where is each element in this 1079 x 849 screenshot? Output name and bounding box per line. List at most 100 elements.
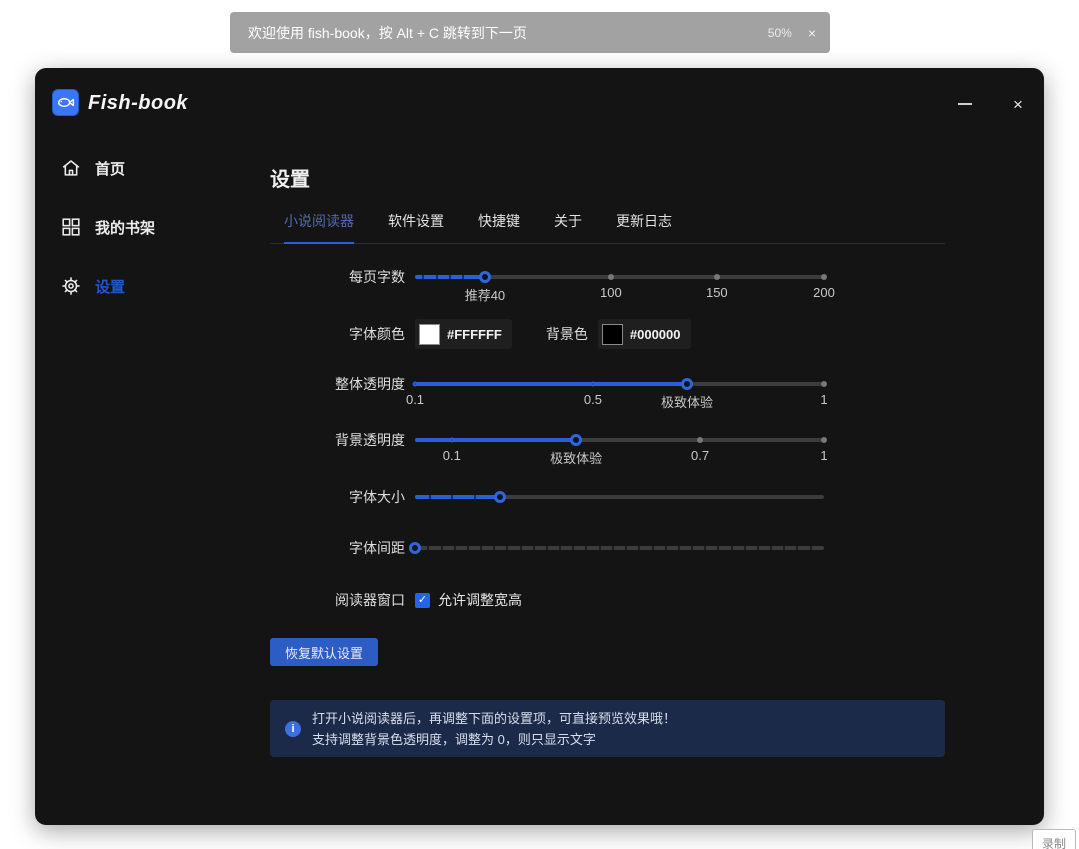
slider-tick: [612, 546, 614, 550]
restore-defaults-button[interactable]: 恢复默认设置: [270, 638, 378, 666]
app-title: Fish-book: [88, 92, 188, 115]
reader-window-label: 阅读器窗口: [270, 590, 405, 610]
minimize-button[interactable]: [950, 90, 980, 118]
slider-fill: [415, 438, 576, 442]
app-logo: [52, 89, 79, 116]
slider-tick: [533, 546, 535, 550]
tab-1[interactable]: 小说阅读器: [284, 211, 354, 244]
slider-tick: [436, 275, 438, 279]
background-color-value: #000000: [630, 327, 681, 342]
overall-opacity-slider[interactable]: 0.10.5极致体验1: [415, 382, 824, 386]
slider-mark-label: 0.1: [406, 392, 424, 407]
reader-window-row: 阅读器窗口 ✓ 允许调整宽高: [270, 590, 945, 610]
slider-mark-label: 1: [820, 392, 827, 407]
resize-checkbox-label: 允许调整宽高: [438, 590, 522, 610]
grid-icon: [60, 216, 82, 238]
font-size-slider[interactable]: [415, 495, 824, 499]
slider-mark-label: 1: [820, 448, 827, 463]
tab-2[interactable]: 软件设置: [388, 211, 444, 244]
background-opacity-row: 背景透明度0.1极致体验0.71: [270, 428, 945, 452]
tab-3[interactable]: 快捷键: [478, 211, 520, 244]
slider-tick: [599, 546, 601, 550]
font-size-row: 字体大小: [270, 485, 945, 509]
overall-opacity-handle[interactable]: [681, 378, 693, 390]
slider-tick: [467, 546, 469, 550]
tab-5[interactable]: 更新日志: [616, 211, 672, 244]
slider-mark-label: 0.7: [691, 448, 709, 463]
sidebar-item-label: 我的书架: [95, 217, 155, 238]
background-color-picker[interactable]: #000000: [598, 319, 691, 349]
tab-4[interactable]: 关于: [554, 211, 582, 244]
slider-mark-dot: [714, 274, 720, 280]
background-color-swatch: [602, 324, 623, 345]
slider-mark-dot: [590, 382, 595, 387]
slider-mark-label: 150: [706, 285, 728, 300]
slider-mark-dot: [449, 438, 454, 443]
slider-mark-dot: [413, 382, 418, 387]
words-per-page-slider[interactable]: 推荐40100150200: [415, 275, 824, 279]
settings-tabs: 小说阅读器 软件设置 快捷键 关于 更新日志: [270, 211, 945, 244]
slider-tick: [744, 546, 746, 550]
font-spacing-slider[interactable]: [415, 546, 824, 550]
background-opacity-slider[interactable]: 0.1极致体验0.71: [415, 438, 824, 442]
slider-tick: [704, 546, 706, 550]
info-banner: i 打开小说阅读器后，再调整下面的设置项，可直接预览效果哦！ 支持调整背景色透明…: [270, 700, 945, 757]
toast-close-icon[interactable]: ×: [808, 26, 816, 40]
slider-mark-label: 0.5: [584, 392, 602, 407]
slider-tick: [474, 495, 476, 499]
font-spacing-handle[interactable]: [409, 542, 421, 554]
background-opacity-handle[interactable]: [570, 434, 582, 446]
slider-tick: [441, 546, 443, 550]
page-title: 设置: [270, 163, 310, 192]
slider-tick: [652, 546, 654, 550]
slider-fill: [415, 382, 687, 386]
sidebar-item-bookshelf[interactable]: 我的书架: [60, 213, 155, 241]
sidebar-item-label: 首页: [95, 158, 125, 179]
slider-tick: [506, 546, 508, 550]
background-color-label: 背景色: [546, 324, 588, 344]
font-spacing-label: 字体间距: [270, 538, 405, 558]
slider-mark-label: 200: [813, 285, 835, 300]
slider-tick: [427, 546, 429, 550]
resize-checkbox[interactable]: ✓: [415, 593, 430, 608]
font-color-picker[interactable]: #FFFFFF: [415, 319, 512, 349]
record-button[interactable]: 录制: [1032, 829, 1076, 849]
words-per-page-row: 每页字数 推荐40100150200: [270, 265, 945, 289]
slider-tick: [449, 275, 451, 279]
slider-tick: [731, 546, 733, 550]
words-per-page-label: 每页字数: [270, 267, 405, 287]
slider-mark-label: 极致体验: [550, 448, 602, 467]
words-per-page-handle[interactable]: [479, 271, 491, 283]
font-size-handle[interactable]: [494, 491, 506, 503]
sidebar-item-home[interactable]: 首页: [60, 154, 125, 182]
slider-tick: [717, 546, 719, 550]
slider-mark-label: 极致体验: [661, 392, 713, 411]
toast-message: 欢迎使用 fish-book，按 Alt + C 跳转到下一页: [248, 23, 768, 43]
slider-mark-dot: [608, 274, 614, 280]
home-icon: [60, 157, 82, 179]
close-icon: ×: [1013, 96, 1023, 113]
slider-mark-dot: [821, 437, 827, 443]
slider-tick: [678, 546, 680, 550]
slider-tick: [451, 495, 453, 499]
slider-tick: [422, 275, 424, 279]
close-button[interactable]: ×: [1003, 90, 1033, 118]
settings-panel: 设置 小说阅读器软件设置快捷键关于更新日志 每页字数推荐40100150200 …: [270, 68, 945, 825]
sidebar-item-settings[interactable]: 设置: [60, 272, 125, 300]
slider-tick: [783, 546, 785, 550]
info-text: 打开小说阅读器后，再调整下面的设置项，可直接预览效果哦！ 支持调整背景色透明度，…: [312, 708, 676, 750]
slider-mark-label: 推荐40: [465, 285, 505, 304]
slider-tick: [691, 546, 693, 550]
slider-tick: [546, 546, 548, 550]
slider-tick: [625, 546, 627, 550]
slider-mark-dot: [821, 274, 827, 280]
slider-tick: [493, 546, 495, 550]
slider-mark-label: 0.1: [443, 448, 461, 463]
slider-tick: [429, 495, 431, 499]
toast-progress: 50%: [768, 26, 792, 40]
info-line-1: 打开小说阅读器后，再调整下面的设置项，可直接预览效果哦！: [312, 708, 676, 729]
font-spacing-row: 字体间距: [270, 536, 945, 560]
slider-mark-dot: [821, 381, 827, 387]
slider-tick: [520, 546, 522, 550]
overall-opacity-label: 整体透明度: [270, 374, 405, 394]
